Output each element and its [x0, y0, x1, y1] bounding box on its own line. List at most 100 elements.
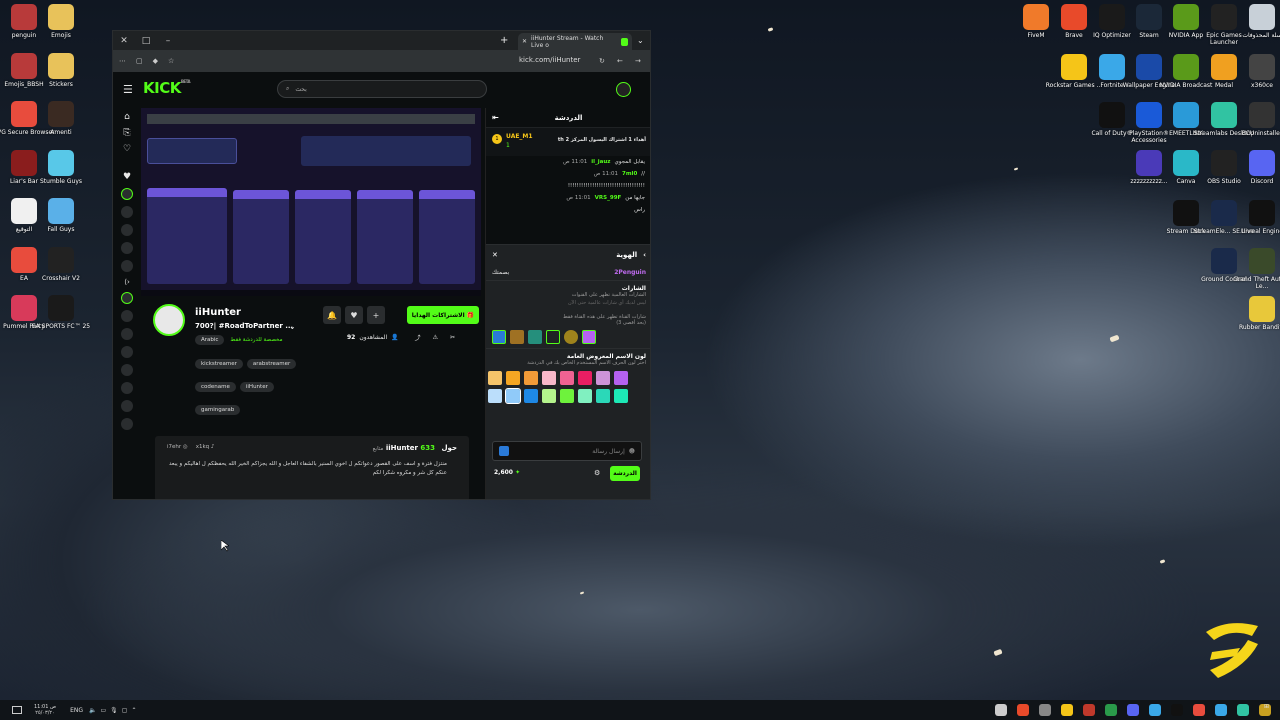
color-swatch[interactable] [560, 389, 574, 403]
sidebar-channel[interactable] [121, 418, 133, 430]
color-swatch[interactable] [505, 388, 521, 404]
color-swatch[interactable] [578, 371, 592, 385]
desktop-icon[interactable]: Amenti [29, 101, 93, 136]
chat-username[interactable]: il_jauz [591, 159, 610, 165]
taskbar-app-icon[interactable] [1127, 704, 1139, 716]
close-window-icon[interactable]: ✕ [113, 36, 135, 46]
color-swatch[interactable] [614, 389, 628, 403]
chat-settings-icon[interactable]: ⚙ [594, 469, 600, 477]
chat-send-button[interactable]: الدردشة [610, 466, 640, 481]
desktop-icon[interactable]: BCUninstaller [1230, 102, 1280, 137]
taskbar-app-icon[interactable] [995, 704, 1007, 716]
badge-option[interactable] [492, 330, 506, 344]
menu-icon[interactable]: ☰ [123, 83, 133, 96]
badge-option[interactable] [582, 330, 596, 344]
sidebar-channel[interactable] [121, 188, 133, 200]
chat-message[interactable]: // 7ml0 11:01 ص [486, 168, 650, 180]
sidebar-channel[interactable] [121, 292, 133, 304]
following-icon[interactable]: ♡ [123, 144, 131, 154]
minimize-icon[interactable]: – [157, 36, 179, 46]
taskbar-app-icon[interactable] [1215, 704, 1227, 716]
channel-avatar[interactable] [153, 304, 185, 336]
sidebar-channel[interactable] [121, 346, 133, 358]
desktop-icon[interactable]: Rubber Bandits [1230, 296, 1280, 331]
desktop-icon[interactable]: سلة المحذوفات [1230, 4, 1280, 39]
social-tiktok[interactable]: ♪ x1kq [196, 444, 215, 452]
color-swatch[interactable] [542, 389, 556, 403]
language-indicator[interactable]: ENG [70, 707, 83, 714]
desktop-icon[interactable]: Crosshair V2 [29, 246, 93, 282]
color-swatch[interactable] [578, 389, 592, 403]
taskbar-app-icon[interactable] [1149, 704, 1161, 716]
color-swatch[interactable] [560, 371, 574, 385]
taskbar-app-icon[interactable] [1017, 704, 1029, 716]
gift-subs-button[interactable]: الاشتراكات الهدايا 🎁 [407, 306, 479, 324]
channel-points[interactable]: 2,600 ✦ [494, 469, 520, 476]
report-icon[interactable]: ⚠ [433, 334, 438, 341]
extension-icon[interactable]: ◆ [153, 57, 158, 65]
chat-username[interactable]: VRS_99F [595, 195, 622, 201]
color-swatch[interactable] [488, 371, 502, 385]
sidebar-channel[interactable] [121, 400, 133, 412]
start-icon[interactable]: ⊞ [1264, 703, 1269, 710]
notifications-bell-icon[interactable]: 🔔 [323, 306, 341, 324]
taskbar-app-icon[interactable] [1237, 704, 1249, 716]
sidebar-channel[interactable] [121, 242, 133, 254]
badge-option[interactable] [510, 330, 524, 344]
browse-icon[interactable]: ⎘ [123, 128, 130, 138]
search-input[interactable]: ⌕ بحث [277, 80, 487, 98]
desktop-icon[interactable]: Stickers [29, 52, 93, 88]
color-swatch[interactable] [524, 371, 538, 385]
tab-list-icon[interactable]: ⌄ [637, 36, 644, 45]
volume-icon[interactable]: 🔈 [89, 707, 96, 714]
taskbar-app-icon[interactable] [1193, 704, 1205, 716]
user-avatar[interactable] [616, 82, 631, 97]
forward-icon[interactable]: → [635, 57, 641, 65]
split-screen-icon[interactable]: ▢ [136, 57, 143, 65]
channel-tag[interactable]: iiHunter [239, 382, 274, 392]
back-arrow-icon[interactable]: › [643, 251, 646, 259]
badge-option[interactable] [546, 330, 560, 344]
channel-tag[interactable]: arabstreamer [246, 359, 297, 369]
category-label[interactable]: مخصصة للدردشة فقط [230, 337, 282, 343]
kick-logo[interactable]: KICKBETA [143, 79, 191, 97]
language-tag[interactable]: Arabic [195, 335, 225, 345]
desktop-icon[interactable]: Emojis [29, 4, 93, 39]
color-swatch[interactable] [596, 371, 610, 385]
chat-message[interactable]: يقابل المجوي il_jauz 11:01 ص [486, 156, 650, 168]
clock[interactable]: ص 11:01 ٢٥/٠٣/٢٠ [34, 704, 56, 716]
back-icon[interactable]: ← [617, 57, 623, 65]
badge-option[interactable] [528, 330, 542, 344]
color-swatch[interactable] [614, 371, 628, 385]
taskbar-app-icon[interactable] [1039, 704, 1051, 716]
maximize-icon[interactable]: □ [135, 36, 157, 46]
url-field[interactable]: kick.com/iiHunter [519, 56, 580, 64]
color-swatch[interactable] [488, 389, 502, 403]
extensions-menu-icon[interactable]: ⋯ [119, 57, 126, 65]
channel-name[interactable]: iiHunter [195, 307, 241, 318]
chat-username[interactable]: 7ml0 [622, 171, 637, 177]
chat-message[interactable]: راس [486, 204, 650, 216]
channel-tag[interactable]: kickstreamer [195, 359, 243, 369]
taskbar-app-icon[interactable] [1083, 704, 1095, 716]
sidebar-channel[interactable] [121, 206, 133, 218]
expand-icon[interactable]: ⟨› [124, 278, 130, 286]
emoji-icon[interactable]: ☻ [629, 448, 635, 455]
badge-option[interactable] [564, 330, 578, 344]
follow-heart-icon[interactable]: ♥ [345, 306, 363, 324]
chat-message[interactable]: جايها من VRS_99F 11:01 ص [486, 192, 650, 204]
share-icon[interactable]: ⤴ [415, 333, 421, 342]
taskbar-app-icon[interactable] [1061, 704, 1073, 716]
expand-title-icon[interactable]: ⌄ [289, 322, 296, 331]
tray-icon[interactable]: ▢ [122, 707, 128, 714]
reload-icon[interactable]: ↻ [599, 57, 605, 65]
add-icon[interactable]: + [367, 306, 385, 324]
clip-icon[interactable]: ✂ [450, 334, 455, 341]
desktop-icon[interactable]: Unreal Engine [1230, 200, 1280, 235]
close-tab-icon[interactable]: ✕ [522, 38, 527, 45]
chat-input[interactable]: ☻ إرسال رسالة [492, 441, 642, 461]
color-swatch[interactable] [596, 389, 610, 403]
notification-center-icon[interactable] [12, 706, 22, 714]
desktop-icon[interactable]: Stumble Guys [29, 149, 93, 185]
taskbar-app-icon[interactable] [1171, 704, 1183, 716]
